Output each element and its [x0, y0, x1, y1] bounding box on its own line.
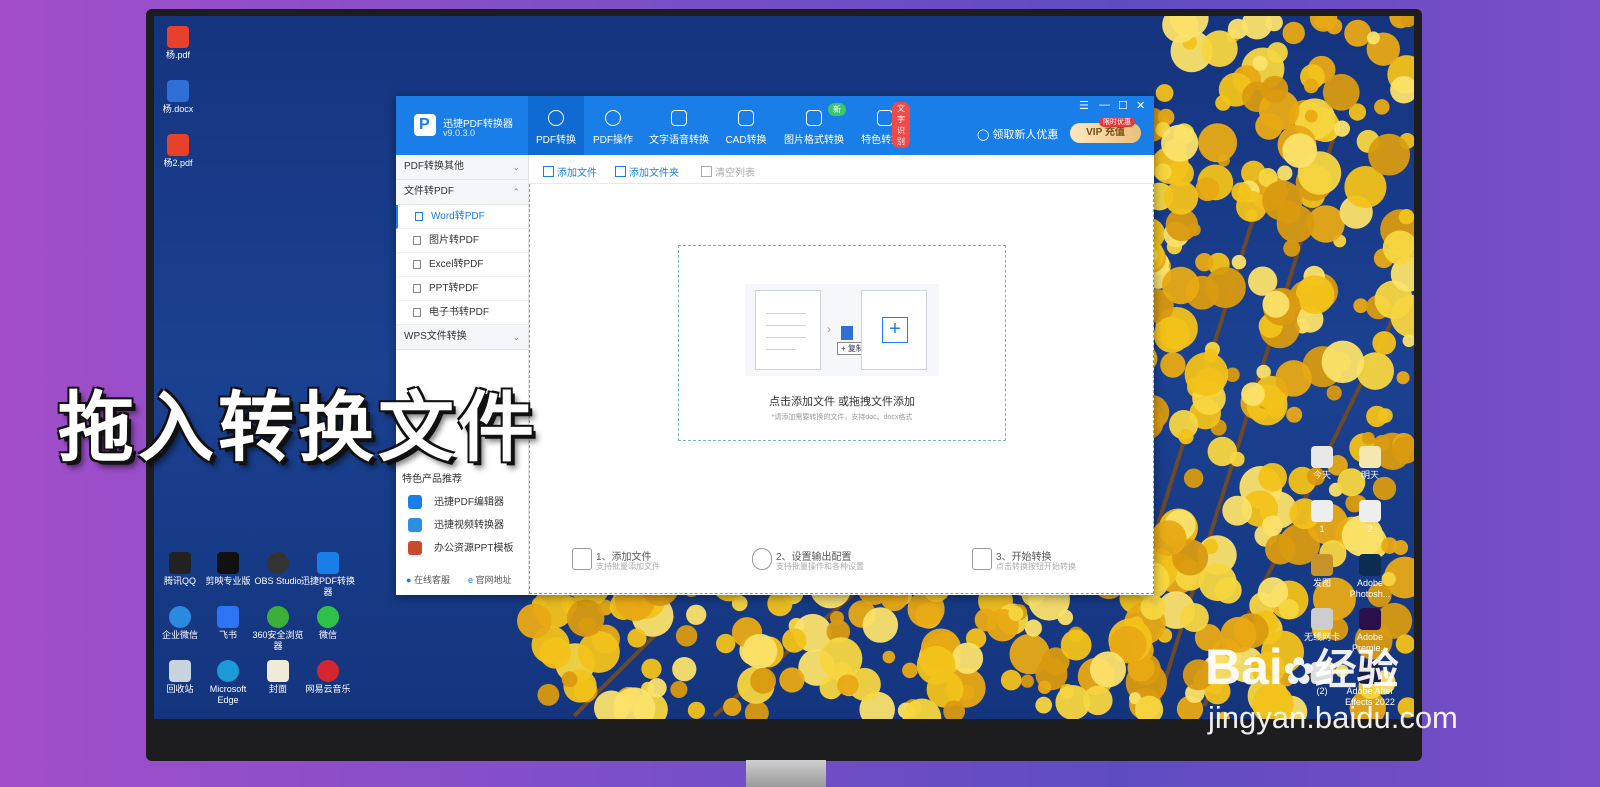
desktop-icon-photoshop[interactable]: Adobe Photosh... — [1340, 554, 1400, 600]
add-folder-button[interactable]: 添加文件夹 — [615, 164, 679, 179]
desktop-icon-file-pdf2[interactable]: 杨2.pdf — [154, 134, 208, 169]
featured-pdf-editor[interactable]: 迅捷PDF编辑器 — [396, 491, 528, 514]
monitor-stand — [746, 760, 826, 787]
new-user-offer-link[interactable]: ◯ 领取新人优惠 — [977, 126, 1058, 142]
vip-limited-offer-tag: 限时优惠 — [1099, 117, 1135, 127]
featured-video-converter[interactable]: 迅捷视频转换器 — [396, 514, 528, 537]
excel-file-icon — [413, 260, 421, 269]
gear-icon — [752, 548, 772, 570]
clear-list-button[interactable]: 清空列表 — [701, 164, 755, 179]
ppt-file-icon — [413, 284, 421, 293]
trash-icon — [701, 166, 712, 177]
cad-icon — [738, 110, 754, 126]
featured-products: 特色产品推荐 迅捷PDF编辑器 迅捷视频转换器 办公资源PPT模板 — [396, 469, 528, 560]
desktop-icon-netease-music[interactable]: 网易云音乐 — [298, 660, 358, 695]
online-service-link[interactable]: ● 在线客服 — [406, 573, 450, 586]
audio-wave-icon — [671, 110, 687, 126]
app-logo-icon — [414, 114, 436, 136]
sidebar-section-pdf-other[interactable]: PDF转换其他 ⌄ — [396, 155, 528, 180]
image-file-icon — [413, 236, 421, 245]
pdf-converter-window: 迅捷PDF转换器 v9.0.3.0 PDF转换 PDF操作 文字语音转换 CAD… — [396, 96, 1154, 595]
image-icon — [806, 110, 822, 126]
file-plus-icon — [572, 548, 592, 570]
sidebar-item-ppt-to-pdf[interactable]: PPT转PDF — [396, 277, 528, 301]
minimize-icon[interactable]: — — [1099, 99, 1110, 111]
sidebar-item-ebook-to-pdf[interactable]: 电子书转PDF — [396, 301, 528, 325]
baidu-watermark-logo: Bai✿经验 — [1205, 639, 1399, 695]
baidu-watermark-url: jingyan.baidu.com — [1208, 700, 1458, 735]
word-file-icon — [841, 326, 853, 340]
app-titlebar: 迅捷PDF转换器 v9.0.3.0 PDF转换 PDF操作 文字语音转换 CAD… — [396, 96, 1154, 155]
official-site-link[interactable]: e 官网地址 — [468, 573, 512, 586]
app-version: v9.0.3.0 — [443, 128, 476, 138]
sidebar-item-image-to-pdf[interactable]: 图片转PDF — [396, 229, 528, 253]
sidebar-item-excel-to-pdf[interactable]: Excel转PDF — [396, 253, 528, 277]
chevron-down-icon: ⌄ — [512, 332, 520, 342]
pdf-editor-icon — [408, 495, 422, 509]
document-icon — [755, 290, 821, 370]
desktop-icon-wechat[interactable]: 微信 — [298, 606, 358, 641]
overlay-headline: 拖入转换文件 — [58, 386, 538, 471]
convert-icon — [548, 110, 564, 126]
ebook-file-icon — [413, 308, 421, 317]
user-icon: ◯ — [977, 129, 990, 141]
file-list-area: › + 复制 + 点击添加文件 或拖拽文件添加 *请添加需要转换的文件，支持do… — [529, 184, 1154, 594]
tab-cad-convert[interactable]: CAD转换 — [722, 96, 770, 155]
ppt-template-icon — [408, 541, 422, 555]
drop-illustration: › + 复制 + — [745, 284, 939, 376]
file-toolbar: 添加文件 添加文件夹 清空列表 — [529, 155, 1154, 184]
special-icon — [877, 110, 893, 126]
paw-icon: ✿ — [1282, 651, 1315, 693]
operate-icon — [605, 110, 621, 126]
badge-new: 新 — [828, 103, 846, 116]
sidebar-item-word-to-pdf[interactable]: Word转PDF — [396, 205, 528, 229]
word-file-icon — [415, 212, 423, 221]
menu-icon[interactable]: ☰ — [1079, 99, 1089, 112]
add-file-button[interactable]: 添加文件 — [543, 164, 597, 179]
drop-hint: 点击添加文件 或拖拽文件添加 — [768, 396, 916, 408]
desktop-icon-tomorrow[interactable]: 明天 — [1340, 446, 1400, 481]
desktop-icon-2[interactable]: 2 — [1340, 500, 1400, 535]
plus-icon: + — [882, 317, 908, 343]
chevron-down-icon: ⌄ — [512, 162, 520, 172]
desktop-icon-pdf-converter[interactable]: 迅捷PDF转换器 — [298, 552, 358, 598]
convert-icon — [972, 548, 992, 570]
sidebar-section-wps[interactable]: WPS文件转换 ⌄ — [396, 325, 528, 350]
video-converter-icon — [408, 518, 422, 532]
featured-ppt-templates[interactable]: 办公资源PPT模板 — [396, 537, 528, 560]
target-box: + — [861, 290, 927, 370]
tab-text-speech[interactable]: 文字语音转换 — [648, 96, 710, 155]
ie-icon: e — [468, 575, 474, 585]
desktop-icon-file-docx[interactable]: 杨.docx — [154, 80, 208, 115]
drop-zone[interactable]: › + 复制 + 点击添加文件 或拖拽文件添加 *请添加需要转换的文件，支持do… — [678, 245, 1006, 441]
maximize-icon[interactable]: ☐ — [1118, 99, 1128, 112]
add-folder-icon — [615, 166, 626, 177]
tab-pdf-operate[interactable]: PDF操作 — [588, 96, 638, 155]
arrow-right-icon: › — [827, 322, 831, 336]
sidebar-section-file-to-pdf[interactable]: 文件转PDF ⌃ — [396, 180, 528, 205]
desktop-icon-file-pdf[interactable]: 杨.pdf — [154, 26, 208, 61]
close-icon[interactable]: ✕ — [1136, 99, 1145, 112]
badge-ocr: 文字识别 — [892, 102, 910, 148]
drop-sub-hint: *请添加需要转换的文件，支持doc、docx格式 — [771, 414, 913, 421]
headset-icon: ● — [406, 575, 412, 585]
chevron-up-icon: ⌃ — [512, 187, 520, 197]
add-file-icon — [543, 166, 554, 177]
tab-pdf-convert[interactable]: PDF转换 — [528, 96, 584, 155]
